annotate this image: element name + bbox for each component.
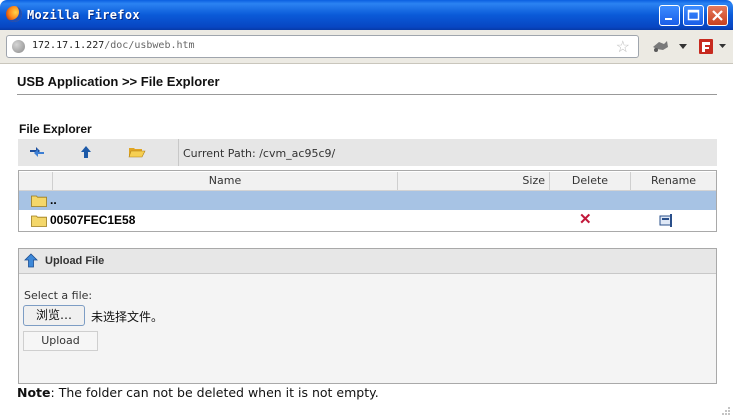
column-rename-header: Rename bbox=[630, 172, 716, 190]
file-explorer-title: File Explorer bbox=[19, 122, 92, 136]
row-name[interactable]: .. bbox=[50, 193, 57, 207]
page-content: USB Application >> File Explorer File Ex… bbox=[0, 64, 733, 418]
select-file-label: Select a file: bbox=[24, 289, 93, 302]
folder-icon bbox=[31, 195, 47, 207]
flashgot-icon[interactable] bbox=[698, 38, 718, 56]
upload-button[interactable]: Upload bbox=[23, 331, 98, 351]
folder-icon bbox=[31, 215, 47, 227]
upload-arrow-icon bbox=[24, 253, 38, 268]
current-path: Current Path: /cvm_ac95c9/ bbox=[183, 147, 335, 160]
note-label: Note bbox=[17, 385, 51, 400]
up-directory-icon[interactable] bbox=[77, 144, 95, 160]
navigation-bar: 172.17.1.227/doc/usbweb.htm ☆ bbox=[0, 30, 733, 64]
rename-icon[interactable] bbox=[659, 213, 675, 228]
minimize-button[interactable] bbox=[659, 5, 680, 26]
firefox-logo-icon bbox=[6, 6, 22, 22]
no-file-selected-text: 未选择文件。 bbox=[91, 310, 164, 324]
delete-icon[interactable]: ✕ bbox=[579, 212, 592, 228]
addon-puzzle-icon[interactable] bbox=[650, 38, 670, 54]
table-header: Name Size Delete Rename bbox=[19, 172, 716, 191]
column-icon-header bbox=[19, 172, 52, 190]
address-bar[interactable]: 172.17.1.227/doc/usbweb.htm ☆ bbox=[6, 35, 639, 58]
browse-button[interactable]: 浏览… bbox=[23, 305, 85, 326]
page-heading: USB Application >> File Explorer bbox=[17, 74, 220, 89]
url-path: /doc/usbweb.htm bbox=[104, 40, 195, 51]
table-row[interactable]: 00507FEC1E58 ✕ bbox=[19, 211, 716, 230]
row-name[interactable]: 00507FEC1E58 bbox=[50, 213, 135, 227]
file-list-table: Name Size Delete Rename .. 00507FEC1E58 … bbox=[18, 170, 717, 232]
flashgot-dropdown-icon[interactable] bbox=[719, 44, 727, 50]
dropdown-arrow-icon[interactable] bbox=[678, 43, 688, 51]
column-name-header[interactable]: Name bbox=[52, 172, 397, 190]
url-host: 172.17.1.227 bbox=[32, 40, 105, 51]
refresh-arrows-icon[interactable] bbox=[28, 144, 46, 160]
current-path-label: Current Path: bbox=[183, 147, 256, 160]
note-body: : The folder can not be deleted when it … bbox=[50, 385, 379, 400]
heading-divider bbox=[17, 94, 717, 95]
column-delete-header: Delete bbox=[549, 172, 630, 190]
window-title: Mozilla Firefox bbox=[27, 8, 140, 22]
bookmark-star-icon[interactable]: ☆ bbox=[616, 37, 630, 57]
address-url: 172.17.1.227/doc/usbweb.htm bbox=[32, 40, 195, 51]
open-folder-icon[interactable] bbox=[128, 144, 146, 160]
maximize-button[interactable] bbox=[683, 5, 704, 26]
table-row[interactable]: .. bbox=[19, 191, 716, 210]
toolbar-separator bbox=[178, 139, 179, 166]
upload-panel-header: Upload File bbox=[19, 249, 716, 274]
globe-icon bbox=[12, 40, 25, 53]
file-explorer-toolbar: Current Path: /cvm_ac95c9/ bbox=[18, 139, 717, 166]
current-path-value: /cvm_ac95c9/ bbox=[259, 147, 336, 160]
note-text: Note: The folder can not be deleted when… bbox=[17, 385, 379, 400]
resize-grip-icon[interactable] bbox=[721, 406, 731, 416]
upload-panel: Upload File Select a file: 浏览… 未选择文件。 Up… bbox=[18, 248, 717, 384]
upload-title: Upload File bbox=[45, 255, 105, 267]
column-size-header[interactable]: Size bbox=[397, 172, 549, 190]
close-button[interactable] bbox=[707, 5, 728, 26]
window-title-bar: Mozilla Firefox bbox=[0, 0, 733, 30]
